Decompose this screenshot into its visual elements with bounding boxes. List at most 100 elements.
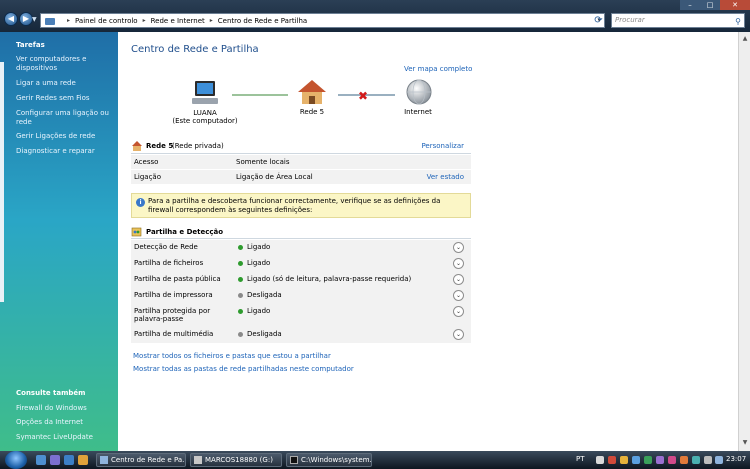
row-value: Desligada — [247, 330, 282, 338]
forward-button[interactable]: ▶ — [19, 12, 33, 26]
minimize-button[interactable]: – — [680, 0, 700, 10]
refresh-icon[interactable]: ⟳ — [592, 14, 605, 27]
switch-windows-icon[interactable] — [50, 455, 60, 465]
view-status-link[interactable]: Ver estado — [427, 173, 464, 181]
chevron-down-icon[interactable]: ⌄ — [453, 274, 464, 285]
see-also-liveupdate[interactable]: Symantec LiveUpdate — [16, 433, 112, 442]
sidebar-edge — [0, 62, 4, 302]
tray-icon[interactable] — [656, 456, 664, 464]
tray-icon[interactable] — [644, 456, 652, 464]
row-key: Ligação — [134, 173, 161, 181]
chevron-right-icon[interactable]: ▸ — [210, 17, 213, 24]
sharing-icon — [131, 227, 142, 237]
row-value: Ligado (só de leitura, palavra-passe req… — [247, 275, 412, 283]
network-house-icon[interactable] — [296, 78, 328, 106]
customize-link[interactable]: Personalizar — [421, 142, 464, 150]
internet-explorer-icon[interactable] — [64, 455, 74, 465]
tray-icon[interactable] — [596, 456, 604, 464]
taskbar-cmd[interactable]: C:\Windows\system... — [286, 453, 372, 467]
taskbar-label: Centro de Rede e Pa... — [111, 456, 186, 464]
breadcrumb-control-panel[interactable]: Painel de controlo — [75, 17, 138, 25]
chevron-down-icon[interactable]: ⌄ — [453, 258, 464, 269]
scroll-down-icon[interactable]: ▼ — [741, 439, 749, 447]
close-button[interactable]: ✕ — [720, 0, 750, 10]
internet-label: Internet — [404, 108, 432, 116]
sharing-row-file-sharing: Partilha de ficheiros Ligado ⌄ — [131, 256, 471, 272]
tray-icon[interactable] — [632, 456, 640, 464]
network-name: Rede 5 — [146, 142, 174, 150]
clock[interactable]: 23:07 — [726, 455, 746, 463]
status-dot-icon — [238, 332, 243, 337]
search-icon[interactable]: ⚲ — [735, 15, 741, 28]
sharing-row-media: Partilha de multimédia Desligada ⌄ — [131, 327, 471, 343]
scroll-up-icon[interactable]: ▲ — [741, 35, 749, 43]
back-button[interactable]: ◀ — [4, 12, 18, 26]
network-house-small-icon — [132, 141, 142, 151]
tray-icon[interactable] — [608, 456, 616, 464]
table-row: Ligação Ligação de Área Local Ver estado — [131, 169, 471, 184]
chevron-down-icon[interactable]: ⌄ — [453, 306, 464, 317]
tray-icon[interactable] — [620, 456, 628, 464]
network-folder-icon — [45, 16, 56, 26]
tray-icon[interactable] — [668, 456, 676, 464]
task-view-computers[interactable]: Ver computadores e dispositivos — [16, 55, 112, 73]
show-desktop-icon[interactable] — [36, 455, 46, 465]
tray-icon[interactable] — [680, 456, 688, 464]
breadcrumb-network-center[interactable]: Centro de Rede e Partilha — [218, 17, 307, 25]
row-key: Partilha de pasta pública — [134, 275, 221, 283]
computer-label: LUANA — [193, 109, 217, 117]
row-value: Desligada — [247, 291, 282, 299]
task-connect-network[interactable]: Ligar a uma rede — [16, 79, 112, 88]
computer-icon[interactable] — [190, 79, 220, 107]
task-manage-wireless[interactable]: Gerir Redes sem Fios — [16, 94, 112, 103]
sharing-row-network-discovery: Detecção de Rede Ligado ⌄ — [131, 240, 471, 256]
address-bar[interactable]: ▸ Painel de controlo ▸ Rede e Internet ▸… — [40, 13, 605, 28]
task-setup-connection[interactable]: Configurar uma ligação ou rede — [16, 109, 112, 127]
network-label: Rede 5 — [299, 108, 325, 116]
task-diagnose-repair[interactable]: Diagnosticar e reparar — [16, 147, 112, 156]
taskbar-drive[interactable]: MARCOS18880 (G:) — [190, 453, 282, 467]
task-manage-connections[interactable]: Gerir Ligações de rede — [16, 132, 112, 141]
quick-launch-icon[interactable] — [78, 455, 88, 465]
row-value: Ligado — [247, 307, 271, 315]
status-dot-icon — [238, 293, 243, 298]
maximize-button[interactable]: □ — [700, 0, 720, 10]
tray-icon[interactable] — [692, 456, 700, 464]
show-shared-files-link[interactable]: Mostrar todos os ficheiros e pastas que … — [133, 352, 331, 360]
network-tray-icon[interactable] — [704, 456, 712, 464]
search-input[interactable]: Procurar ⚲ — [611, 13, 745, 28]
breadcrumb-network-internet[interactable]: Rede e Internet — [151, 17, 205, 25]
computer-sublabel: (Este computador) — [172, 117, 238, 125]
task-pane: Tarefas Ver computadores e dispositivos … — [0, 32, 118, 451]
status-dot-icon — [238, 245, 243, 250]
cmd-icon — [290, 456, 298, 464]
full-map-link[interactable]: Ver mapa completo — [404, 65, 472, 73]
status-dot-icon — [238, 309, 243, 314]
row-value: Ligação de Área Local — [236, 173, 313, 181]
row-key: Partilha de multimédia — [134, 330, 214, 338]
see-also-internet-options[interactable]: Opções da Internet — [16, 418, 112, 427]
chevron-right-icon[interactable]: ▸ — [67, 17, 70, 24]
start-button[interactable] — [5, 451, 27, 469]
chevron-right-icon[interactable]: ▸ — [143, 17, 146, 24]
chevron-down-icon[interactable]: ⌄ — [453, 242, 464, 253]
chevron-down-icon[interactable]: ⌄ — [453, 329, 464, 340]
internet-globe-icon[interactable] — [405, 78, 433, 106]
row-value: Ligado — [247, 243, 271, 251]
see-also-heading: Consulte também — [16, 389, 86, 397]
language-indicator[interactable]: PT — [576, 455, 585, 463]
link-computer-network — [232, 94, 288, 96]
disconnected-x-icon: ✖ — [358, 89, 369, 103]
chevron-down-icon[interactable]: ⌄ — [453, 290, 464, 301]
taskbar-network-center[interactable]: Centro de Rede e Pa... — [96, 453, 186, 467]
network-center-icon — [100, 456, 108, 464]
vertical-scrollbar[interactable]: ▲ ▼ — [738, 32, 750, 451]
row-key: Detecção de Rede — [134, 243, 198, 251]
status-dot-icon — [238, 277, 243, 282]
taskbar-label: C:\Windows\system... — [301, 456, 372, 464]
sharing-heading: Partilha e Detecção — [146, 228, 224, 236]
history-dropdown-icon[interactable]: ▼ — [32, 16, 37, 23]
volume-tray-icon[interactable] — [715, 456, 723, 464]
see-also-firewall[interactable]: Firewall do Windows — [16, 404, 112, 413]
show-shared-folders-link[interactable]: Mostrar todas as pastas de rede partilha… — [133, 365, 354, 373]
